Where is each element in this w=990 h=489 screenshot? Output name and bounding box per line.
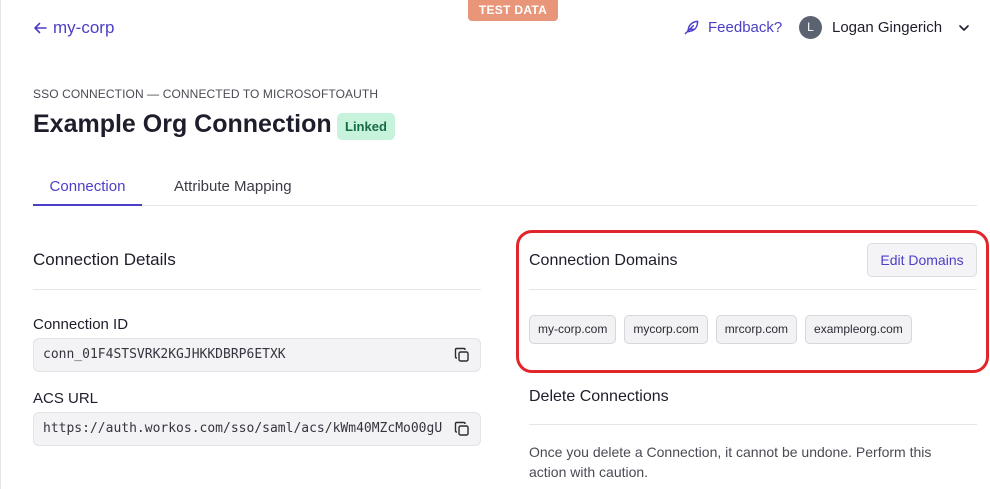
domain-chip: mrcorp.com [715,315,798,344]
tab-bar: Connection Attribute Mapping [33,168,977,206]
page-left-border [0,0,1,489]
connection-id-field[interactable]: conn_01F4STSVRK2KGJHKKDBRP6ETXK [33,338,481,372]
divider [529,289,977,290]
connection-id-value: conn_01F4STSVRK2KGJHKKDBRP6ETXK [43,347,286,362]
connection-eyebrow: SSO CONNECTION — CONNECTED TO MICROSOFTO… [33,87,379,101]
feather-icon [684,20,699,35]
tab-attribute-mapping[interactable]: Attribute Mapping [174,178,292,206]
connection-details-title: Connection Details [33,250,176,269]
acs-url-field[interactable]: https://auth.workos.com/sso/saml/acs/kWm… [33,412,481,446]
arrow-left-icon [34,22,47,34]
acs-url-value: https://auth.workos.com/sso/saml/acs/kWm… [43,421,443,436]
connection-id-label: Connection ID [33,316,129,333]
domain-chip: mycorp.com [624,315,708,344]
delete-description: Once you delete a Connection, it cannot … [529,444,932,480]
back-link-label: my-corp [53,18,115,37]
copy-icon[interactable] [454,347,470,363]
page-title: Example Org Connection [33,110,332,138]
feedback-button[interactable]: Feedback? [683,19,782,36]
acs-url-label: ACS URL [33,390,99,407]
edit-domains-button[interactable]: Edit Domains [867,243,977,277]
avatar: L [799,16,822,39]
domain-list: my-corp.com mycorp.com mrcorp.com exampl… [529,315,912,344]
domain-chip: exampleorg.com [805,315,912,344]
copy-icon[interactable] [454,421,470,437]
user-menu[interactable]: L Logan Gingerich [799,16,970,39]
divider [529,424,977,425]
tab-connection[interactable]: Connection [33,178,142,206]
user-name: Logan Gingerich [832,19,943,36]
test-data-banner: TEST DATA [468,0,558,21]
status-badge: Linked [337,113,395,140]
connection-domains-title: Connection Domains [529,252,678,269]
delete-connections-title: Delete Connections [529,388,669,405]
feedback-label: Feedback? [708,19,783,36]
divider [33,289,481,290]
back-link[interactable]: my-corp [33,18,114,38]
chevron-down-icon [959,24,969,31]
domain-chip: my-corp.com [529,315,617,344]
